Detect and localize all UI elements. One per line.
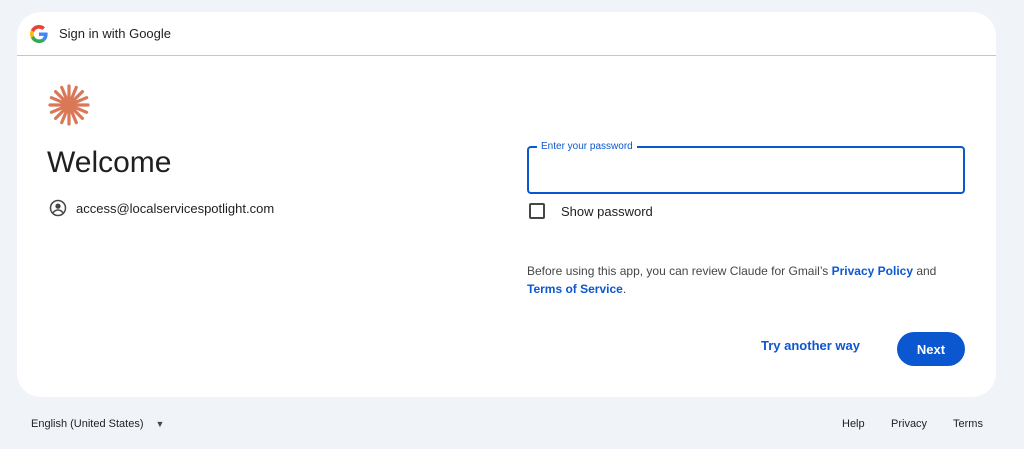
language-label: English (United States) <box>31 418 144 430</box>
page-title: Welcome <box>47 146 172 179</box>
terms-of-service-link[interactable]: Terms of Service <box>527 282 623 296</box>
password-input[interactable] <box>529 148 963 192</box>
language-selector[interactable]: English (United States) ▼ <box>31 418 164 430</box>
caret-down-icon: ▼ <box>155 419 165 429</box>
account-email: access@localservicespotlight.com <box>76 200 275 216</box>
header-title: Sign in with Google <box>59 26 172 41</box>
privacy-policy-link[interactable]: Privacy Policy <box>832 264 913 278</box>
starburst-logo-icon <box>48 84 90 126</box>
account-chip[interactable]: access@localservicespotlight.com <box>49 199 274 217</box>
try-another-way-button[interactable]: Try another way <box>761 338 860 353</box>
next-button[interactable]: Next <box>897 332 965 366</box>
password-field[interactable]: Enter your password <box>527 140 965 194</box>
terms-notice: Before using this app, you can review Cl… <box>527 262 967 298</box>
show-password-toggle[interactable]: Show password <box>529 203 653 219</box>
account-circle-icon <box>49 199 67 217</box>
terms-suffix: . <box>622 282 627 296</box>
footer: English (United States) ▼ Help Privacy T… <box>0 410 1024 438</box>
footer-privacy-link[interactable]: Privacy <box>891 418 927 430</box>
footer-help-link[interactable]: Help <box>842 418 865 430</box>
show-password-checkbox[interactable] <box>529 203 545 219</box>
card-header: Sign in with Google <box>17 12 996 56</box>
google-g-icon <box>30 24 48 43</box>
terms-middle: and <box>913 264 937 278</box>
show-password-label: Show password <box>561 203 653 219</box>
terms-prefix: Before using this app, you can review Cl… <box>527 264 832 278</box>
footer-terms-link[interactable]: Terms <box>953 418 983 430</box>
sign-in-card: Sign in with Google Welcome access@local… <box>17 12 996 397</box>
